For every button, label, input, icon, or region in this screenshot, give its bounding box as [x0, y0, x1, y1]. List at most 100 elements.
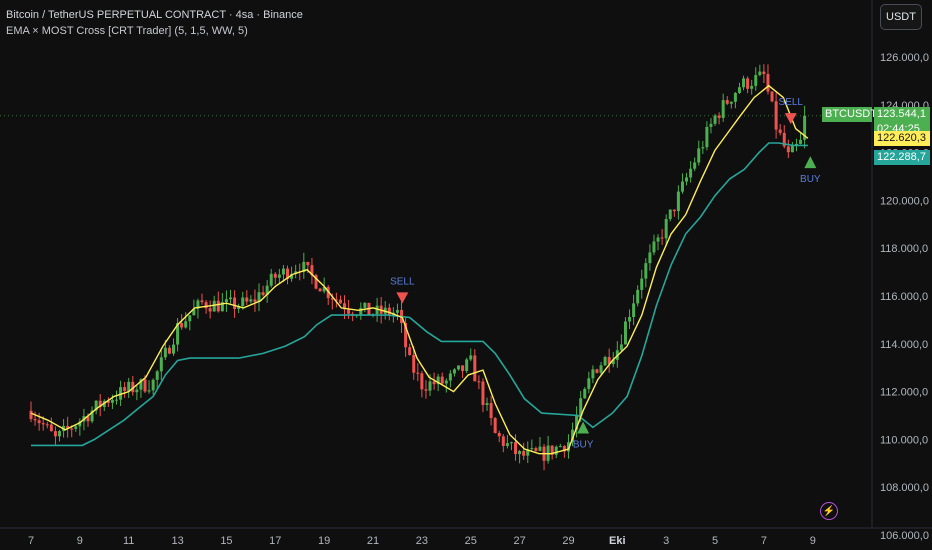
candle[interactable]: [338, 299, 342, 304]
candle[interactable]: [644, 263, 648, 279]
candle[interactable]: [786, 146, 790, 153]
candle[interactable]: [188, 315, 192, 322]
candle[interactable]: [249, 299, 253, 302]
candle[interactable]: [444, 380, 448, 384]
lightning-icon[interactable]: ⚡: [820, 502, 838, 520]
candle[interactable]: [281, 268, 285, 275]
candle[interactable]: [709, 123, 713, 127]
candle[interactable]: [603, 356, 607, 366]
buy-signal-marker[interactable]: [804, 156, 817, 169]
candle[interactable]: [416, 372, 420, 374]
candle[interactable]: [123, 387, 127, 391]
candle[interactable]: [143, 379, 147, 392]
candle[interactable]: [591, 369, 595, 379]
candle[interactable]: [501, 436, 505, 446]
candle[interactable]: [245, 297, 249, 302]
candle[interactable]: [200, 300, 204, 303]
candle[interactable]: [514, 442, 518, 455]
candle[interactable]: [733, 92, 737, 102]
candle[interactable]: [233, 297, 237, 309]
candle[interactable]: [172, 344, 176, 354]
candle[interactable]: [599, 365, 603, 373]
candle[interactable]: [799, 139, 803, 144]
candle[interactable]: [253, 299, 257, 302]
candle[interactable]: [762, 71, 766, 75]
candle[interactable]: [229, 297, 233, 300]
candle[interactable]: [452, 369, 456, 374]
candle[interactable]: [33, 419, 37, 421]
candle[interactable]: [632, 303, 636, 318]
candle[interactable]: [522, 451, 526, 456]
candle[interactable]: [680, 181, 684, 192]
candle[interactable]: [656, 237, 660, 242]
candle[interactable]: [469, 355, 473, 360]
candle[interactable]: [37, 420, 41, 424]
candle[interactable]: [448, 373, 452, 381]
candle[interactable]: [465, 359, 469, 372]
candle[interactable]: [224, 299, 228, 303]
candle[interactable]: [587, 378, 591, 389]
candle[interactable]: [49, 424, 53, 432]
candle[interactable]: [477, 381, 481, 383]
candle[interactable]: [758, 71, 762, 76]
candle[interactable]: [660, 237, 664, 239]
most-line[interactable]: [31, 142, 808, 447]
candle[interactable]: [359, 307, 363, 316]
candle[interactable]: [672, 209, 676, 212]
candle[interactable]: [636, 289, 640, 304]
candle[interactable]: [770, 91, 774, 102]
candle[interactable]: [41, 423, 45, 425]
candle[interactable]: [395, 309, 399, 313]
candle[interactable]: [746, 78, 750, 89]
candle[interactable]: [167, 347, 171, 354]
candle[interactable]: [489, 403, 493, 419]
candle[interactable]: [306, 261, 310, 266]
candle[interactable]: [461, 365, 465, 372]
candle[interactable]: [640, 278, 644, 290]
candle[interactable]: [554, 446, 558, 455]
candle[interactable]: [493, 418, 497, 433]
candle[interactable]: [147, 390, 151, 392]
candle[interactable]: [115, 399, 119, 401]
candle[interactable]: [766, 74, 770, 92]
candle[interactable]: [668, 209, 672, 220]
candle[interactable]: [628, 317, 632, 322]
candle[interactable]: [497, 432, 501, 437]
candle[interactable]: [347, 309, 351, 314]
candle[interactable]: [261, 292, 265, 296]
candle[interactable]: [583, 388, 587, 399]
indicator-legend[interactable]: EMA × MOST Cross [CRT Trader] (5, 1,5, W…: [6, 25, 248, 37]
candle[interactable]: [29, 410, 33, 420]
candle[interactable]: [241, 297, 245, 307]
candle[interactable]: [363, 302, 367, 308]
candle[interactable]: [595, 369, 599, 373]
candle[interactable]: [737, 87, 741, 93]
candle[interactable]: [45, 424, 49, 426]
candle[interactable]: [623, 321, 627, 345]
sell-signal-marker[interactable]: [396, 292, 409, 304]
candle[interactable]: [774, 101, 778, 130]
candle[interactable]: [428, 381, 432, 391]
candle[interactable]: [725, 100, 729, 104]
candle[interactable]: [318, 288, 322, 292]
candle[interactable]: [70, 428, 74, 430]
candle[interactable]: [184, 321, 188, 328]
candle[interactable]: [750, 85, 754, 89]
candle[interactable]: [693, 162, 697, 169]
candle[interactable]: [473, 355, 477, 382]
candle[interactable]: [518, 451, 522, 455]
candle[interactable]: [509, 442, 513, 444]
candle[interactable]: [676, 191, 680, 212]
candle[interactable]: [58, 431, 62, 437]
candle[interactable]: [481, 381, 485, 405]
candle[interactable]: [713, 115, 717, 124]
candle[interactable]: [742, 78, 746, 88]
candle[interactable]: [485, 403, 489, 405]
candle[interactable]: [729, 101, 733, 104]
candle[interactable]: [208, 308, 212, 312]
candle[interactable]: [420, 373, 424, 390]
candle[interactable]: [151, 379, 155, 391]
candle[interactable]: [127, 381, 131, 391]
candle[interactable]: [159, 357, 163, 372]
candle[interactable]: [180, 323, 184, 328]
